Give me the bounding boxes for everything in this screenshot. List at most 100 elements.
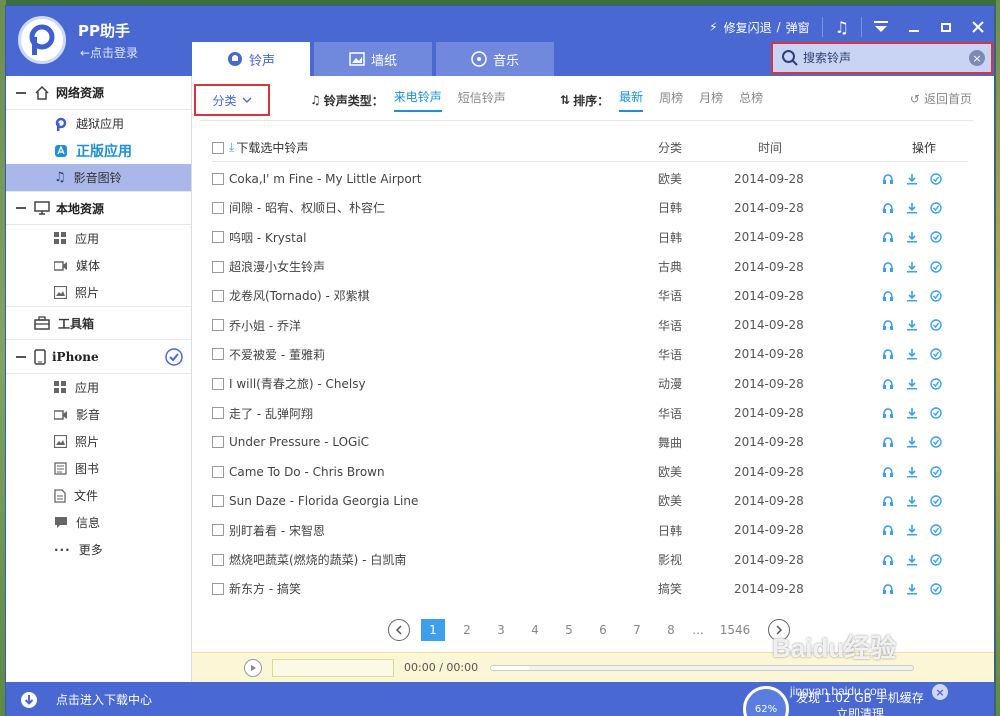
table-row[interactable]: 走了 - 乱弹阿翔 华语 2014-09-28 [212, 398, 968, 427]
tab-ringtone[interactable]: 铃声 [192, 42, 310, 76]
download-selected-label[interactable]: 下载选中铃声 [236, 139, 308, 156]
listen-icon[interactable] [882, 524, 894, 536]
sidebar-item-genuine-apps[interactable]: 正版应用 [6, 137, 191, 164]
download-icon[interactable] [906, 495, 918, 507]
search-input[interactable] [799, 51, 969, 65]
sort-latest[interactable]: 最新 [619, 88, 644, 112]
set-ringtone-icon[interactable] [930, 348, 942, 361]
download-icon[interactable] [906, 436, 918, 448]
listen-icon[interactable] [882, 348, 894, 360]
table-row[interactable]: 新东方 - 搞笑 搞笑 2014-09-28 [212, 574, 968, 603]
row-checkbox[interactable] [212, 553, 224, 566]
app-logo-icon[interactable] [18, 16, 66, 64]
sidebar-item-media-ringtones[interactable]: ♫ 影音图铃 [6, 164, 191, 191]
minimize-icon[interactable] [908, 21, 920, 33]
row-checkbox[interactable] [212, 172, 224, 185]
close-icon[interactable] [972, 21, 984, 33]
row-checkbox[interactable] [212, 201, 224, 214]
sidebar-item-jailbreak-apps[interactable]: 越狱应用 [6, 110, 191, 137]
listen-icon[interactable] [882, 173, 894, 185]
download-icon[interactable] [906, 348, 918, 360]
listen-icon[interactable] [882, 407, 894, 419]
listen-icon[interactable] [882, 261, 894, 273]
listen-icon[interactable] [882, 466, 894, 478]
set-ringtone-icon[interactable] [930, 260, 942, 273]
table-row[interactable]: 超浪漫小女生铃声 古典 2014-09-28 [212, 252, 968, 281]
close-notice-icon[interactable]: × [932, 684, 948, 700]
collapse-icon[interactable] [16, 207, 26, 209]
table-row[interactable]: 间隙 - 昭宥、权顺日、朴容仁 日韩 2014-09-28 [212, 193, 968, 222]
row-checkbox[interactable] [212, 436, 224, 449]
row-checkbox[interactable] [212, 494, 224, 507]
row-checkbox[interactable] [212, 260, 224, 273]
set-ringtone-icon[interactable] [930, 231, 942, 243]
sidebar-group-network[interactable]: 网络资源 [6, 76, 191, 110]
page-3[interactable]: 3 [484, 623, 518, 637]
download-icon[interactable] [906, 378, 918, 390]
row-checkbox[interactable] [212, 407, 224, 420]
listen-icon[interactable] [882, 202, 894, 214]
collapse-icon[interactable] [16, 91, 26, 94]
row-checkbox[interactable] [212, 289, 224, 302]
collapse-icon[interactable] [16, 355, 26, 358]
table-row[interactable]: Coka,I' m Fine - My Little Airport 欧美 2014… [212, 164, 968, 193]
row-checkbox[interactable] [212, 524, 224, 537]
listen-icon[interactable] [882, 554, 894, 566]
sidebar-item-local-media[interactable]: 媒体 [6, 252, 191, 279]
sidebar-item-device-media[interactable]: 影音 [6, 401, 191, 428]
set-ringtone-icon[interactable] [930, 172, 942, 185]
set-ringtone-icon[interactable] [930, 378, 942, 390]
sidebar-item-device-books[interactable]: 图书 [6, 455, 191, 482]
set-ringtone-icon[interactable] [930, 553, 942, 566]
clear-search-icon[interactable]: × [969, 50, 985, 66]
play-icon[interactable] [244, 658, 262, 677]
listen-icon[interactable] [882, 495, 894, 507]
tab-music[interactable]: 音乐 [436, 42, 554, 76]
table-row[interactable]: 不爱被爱 - 董雅莉 华语 2014-09-28 [212, 340, 968, 369]
row-checkbox[interactable] [212, 348, 224, 361]
set-ringtone-icon[interactable] [930, 202, 942, 214]
page-5[interactable]: 5 [552, 623, 586, 637]
page-7[interactable]: 7 [620, 623, 654, 637]
listen-icon[interactable] [882, 290, 894, 302]
sort-weekly[interactable]: 周榜 [659, 89, 683, 111]
select-all-checkbox[interactable] [212, 141, 224, 154]
download-icon[interactable] [906, 202, 918, 214]
set-ringtone-icon[interactable] [930, 495, 942, 507]
row-checkbox[interactable] [212, 231, 224, 244]
listen-icon[interactable] [882, 583, 894, 595]
sort-monthly[interactable]: 月榜 [699, 89, 723, 111]
set-ringtone-icon[interactable] [930, 290, 942, 302]
set-ringtone-icon[interactable] [930, 583, 942, 595]
sidebar-item-local-apps[interactable]: 应用 [6, 225, 191, 252]
set-ringtone-icon[interactable] [930, 319, 942, 331]
row-checkbox[interactable] [212, 465, 224, 478]
download-icon[interactable] [906, 290, 918, 302]
login-link[interactable]: ←点击登录 [80, 44, 138, 61]
sidebar-item-device-files[interactable]: 文件 [6, 482, 191, 509]
sidebar-item-device-apps[interactable]: 应用 [6, 374, 191, 401]
repair-crash-button[interactable]: ⚡ 修复闪退 / 弹窗 [709, 19, 810, 36]
sidebar-item-toolbox[interactable]: 工具箱 [6, 306, 191, 340]
filter-sms[interactable]: 短信铃声 [458, 89, 506, 111]
music-icon[interactable]: ♫ [835, 18, 849, 37]
row-checkbox[interactable] [212, 319, 224, 332]
listen-icon[interactable] [882, 231, 894, 243]
table-row[interactable]: 乔小姐 - 乔洋 华语 2014-09-28 [212, 310, 968, 339]
table-row[interactable]: 龙卷风(Tornado) - 邓紫棋 华语 2014-09-28 [212, 281, 968, 310]
table-row[interactable]: 燃烧吧蔬菜(燃烧的蔬菜) - 白凯南 影视 2014-09-28 [212, 545, 968, 574]
filter-incoming-call[interactable]: 来电铃声 [393, 88, 442, 112]
maximize-icon[interactable] [940, 21, 952, 33]
download-center-button[interactable]: 点击进入下载中心 [6, 682, 192, 716]
row-checkbox[interactable] [212, 582, 224, 595]
set-ringtone-icon[interactable] [930, 436, 942, 449]
sidebar-item-local-photos[interactable]: 照片 [6, 279, 191, 306]
download-icon[interactable] [906, 173, 918, 185]
menu-dropdown-icon[interactable] [874, 21, 888, 33]
table-row[interactable]: I will(青春之旅) - Chelsy 动漫 2014-09-28 [212, 369, 968, 398]
table-row[interactable]: Came To Do - Chris Brown 欧美 2014-09-28 [212, 457, 968, 486]
download-icon[interactable] [906, 407, 918, 419]
page-6[interactable]: 6 [586, 623, 620, 637]
listen-icon[interactable] [882, 436, 894, 448]
sidebar-item-device-more[interactable]: ··· 更多 [6, 536, 191, 563]
